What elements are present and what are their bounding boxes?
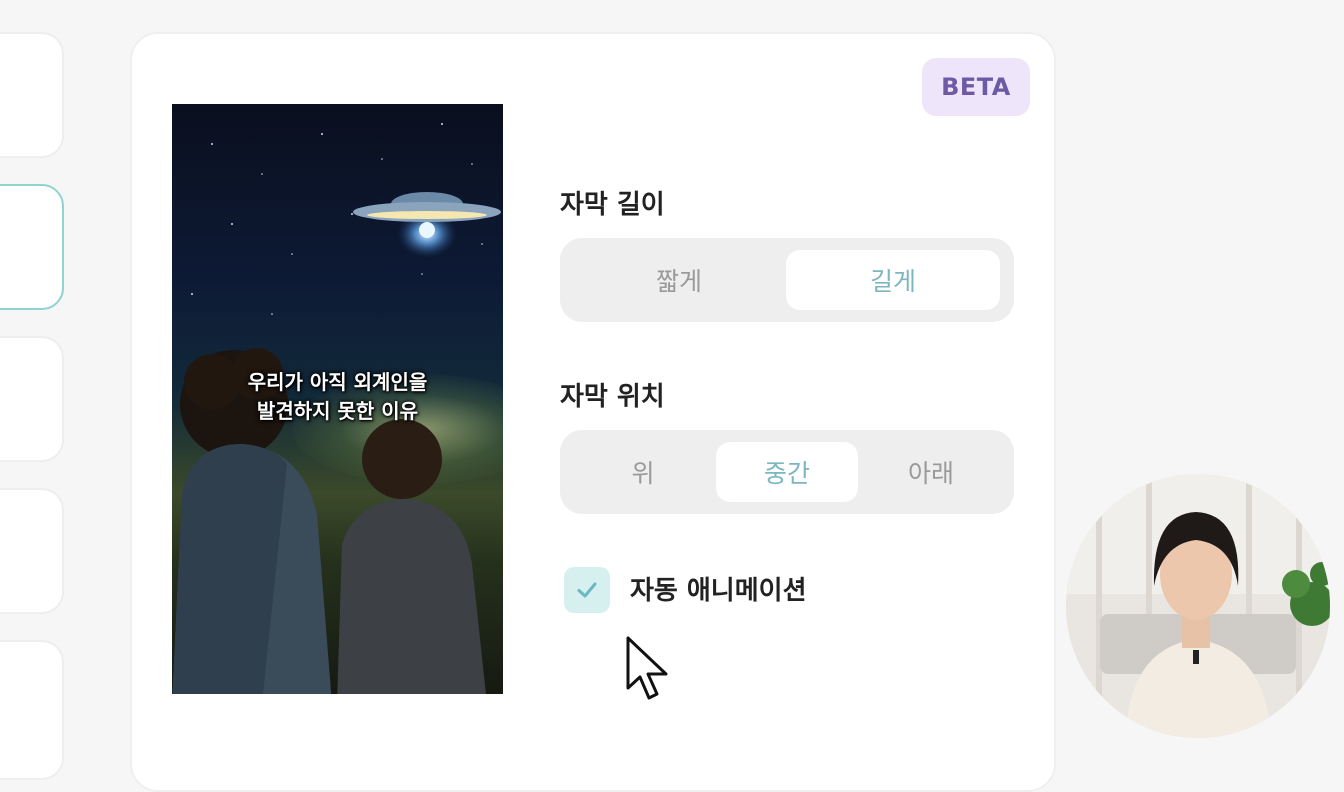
subtitle-position-label: 자막 위치 — [560, 382, 665, 412]
left-card-5[interactable] — [0, 640, 64, 780]
ufo-illustration — [353, 192, 501, 258]
left-card-2-selected[interactable] — [0, 184, 64, 310]
left-card-1[interactable] — [0, 32, 64, 158]
left-card-4[interactable] — [0, 488, 64, 614]
mouse-cursor-icon — [626, 636, 668, 700]
presenter-video — [1066, 474, 1330, 738]
beta-badge: BETA — [922, 58, 1030, 116]
checkmark-icon — [577, 582, 597, 598]
caption-line-2: 발견하지 못한 이유 — [256, 399, 419, 423]
video-preview: 우리가 아직 외계인을 발견하지 못한 이유 — [172, 104, 503, 694]
caption-line-1: 우리가 아직 외계인을 — [247, 370, 428, 394]
subtitle-length-toggle: 짧게 길게 — [560, 238, 1014, 322]
position-option-top[interactable]: 위 — [572, 442, 714, 502]
auto-animation-label[interactable]: 자동 애니메이션 — [630, 570, 807, 607]
length-option-short[interactable]: 짧게 — [572, 250, 786, 310]
position-option-middle[interactable]: 중간 — [716, 442, 858, 502]
preview-caption: 우리가 아직 외계인을 발견하지 못한 이유 — [172, 368, 503, 426]
left-card-3[interactable] — [0, 336, 64, 462]
auto-animation-checkbox[interactable] — [564, 567, 610, 613]
length-option-long[interactable]: 길게 — [786, 250, 1000, 310]
subtitle-length-label: 자막 길이 — [560, 190, 665, 220]
position-option-bottom[interactable]: 아래 — [860, 442, 1002, 502]
child-silhouette-right — [337, 419, 486, 694]
subtitle-position-toggle: 위 중간 아래 — [560, 430, 1014, 514]
webcam-overlay — [1066, 474, 1330, 738]
